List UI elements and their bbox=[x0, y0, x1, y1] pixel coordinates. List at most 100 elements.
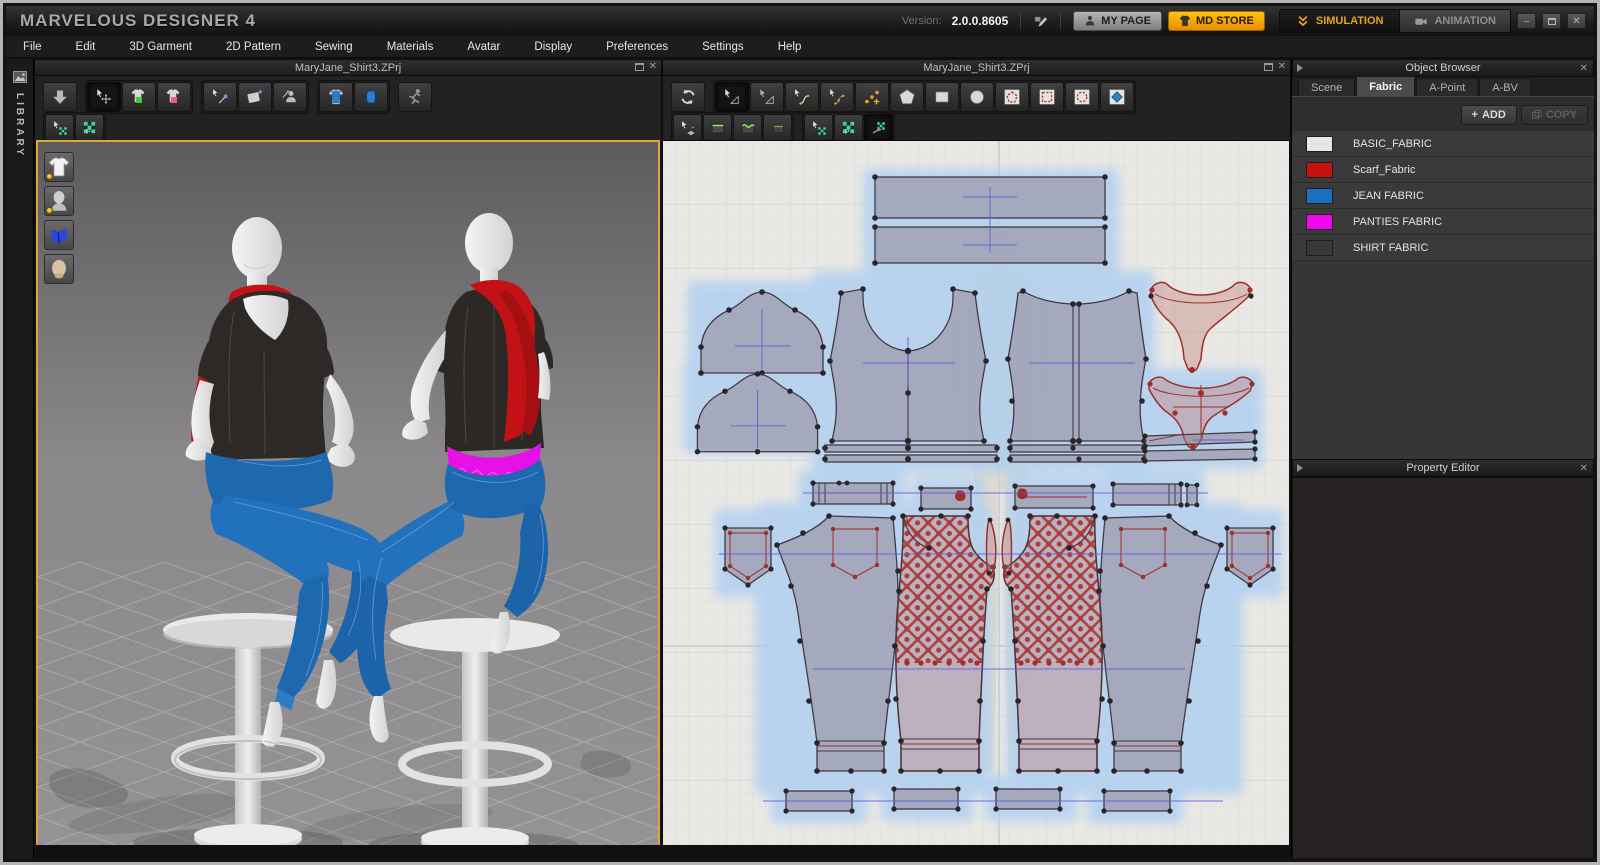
simulate-drop-icon[interactable] bbox=[43, 82, 77, 112]
rectangle-tool[interactable] bbox=[925, 82, 959, 112]
fabric-row-shirt[interactable]: SHIRT FABRIC bbox=[1292, 235, 1594, 261]
copy-fabric-button[interactable]: COPY bbox=[1521, 105, 1588, 125]
internal-circle-tool[interactable] bbox=[1065, 82, 1099, 112]
library-item-thumbnail[interactable] bbox=[44, 220, 74, 250]
pin-tool[interactable] bbox=[203, 82, 237, 112]
close-icon[interactable]: ✕ bbox=[649, 62, 657, 72]
menu-edit[interactable]: Edit bbox=[59, 36, 113, 58]
scene-thumbnails bbox=[44, 152, 74, 284]
segment-sewing-tool[interactable] bbox=[703, 114, 732, 141]
2d-pattern-canvas[interactable]: .piece { fill:#8f7f8d; fill-opacity:0.5;… bbox=[663, 141, 1289, 849]
transform-pattern-tool[interactable] bbox=[715, 82, 749, 112]
property-editor-body bbox=[1292, 477, 1594, 859]
select-move-tool[interactable] bbox=[87, 82, 121, 112]
tab-scene[interactable]: Scene bbox=[1298, 78, 1355, 96]
menu-file[interactable]: File bbox=[6, 36, 59, 58]
select-texture-tool[interactable] bbox=[804, 114, 833, 141]
menu-sewing[interactable]: Sewing bbox=[298, 36, 370, 58]
tab-a-bv[interactable]: A-BV bbox=[1479, 78, 1531, 96]
close-icon[interactable]: ✕ bbox=[1580, 63, 1588, 74]
avatar-thumbnail[interactable] bbox=[44, 186, 74, 216]
viewport-2d-title: MaryJane_Shirt3.ZPrj bbox=[923, 62, 1029, 74]
sync-icon[interactable] bbox=[671, 82, 705, 112]
menu-settings[interactable]: Settings bbox=[685, 36, 761, 58]
fabric-row-panties[interactable]: PANTIES FABRIC bbox=[1292, 209, 1594, 235]
status-dot bbox=[46, 173, 53, 180]
fabric-row-basic[interactable]: BASIC_FABRIC bbox=[1292, 131, 1594, 157]
library-panel-tab[interactable]: LIBRARY bbox=[6, 59, 34, 859]
menu-help[interactable]: Help bbox=[761, 36, 819, 58]
edit-texture-pattern-tool[interactable]: P bbox=[834, 114, 863, 141]
head-thumbnail[interactable] bbox=[44, 254, 74, 284]
close-button[interactable]: ✕ bbox=[1567, 13, 1586, 29]
image-icon bbox=[12, 69, 28, 85]
edit-curve-point-tool[interactable] bbox=[820, 82, 854, 112]
fabric-row-scarf[interactable]: Scarf_Fabric bbox=[1292, 157, 1594, 183]
collapse-arrow-icon[interactable] bbox=[1297, 464, 1303, 472]
toolbar-3d: P bbox=[34, 76, 662, 140]
restore-button[interactable] bbox=[1542, 13, 1561, 29]
pattern-bodice-back[interactable] bbox=[1005, 288, 1149, 462]
arrangement-front-icon[interactable] bbox=[319, 82, 353, 112]
viewport-2d[interactable]: .piece { fill:#8f7f8d; fill-opacity:0.5;… bbox=[662, 140, 1290, 850]
simulation-button[interactable]: SIMULATION bbox=[1280, 10, 1400, 32]
simulation-label: SIMULATION bbox=[1316, 15, 1384, 27]
edit-sewing-tool[interactable] bbox=[673, 114, 702, 141]
internal-rectangle-tool[interactable] bbox=[1030, 82, 1064, 112]
add-point-tool[interactable] bbox=[855, 82, 889, 112]
internal-polygon-tool[interactable] bbox=[995, 82, 1029, 112]
viewport-3d-title: MaryJane_Shirt3.ZPrj bbox=[295, 62, 401, 74]
detach-sewing-tool[interactable] bbox=[763, 114, 792, 141]
menu-avatar[interactable]: Avatar bbox=[450, 36, 517, 58]
texture-edit-active-tool[interactable] bbox=[864, 114, 893, 141]
menu-preferences[interactable]: Preferences bbox=[589, 36, 685, 58]
tab-fabric[interactable]: Fabric bbox=[1356, 76, 1415, 96]
edit-version-icon[interactable] bbox=[1033, 14, 1048, 29]
float-window-icon[interactable] bbox=[1264, 63, 1273, 71]
fabric-name: Scarf_Fabric bbox=[1353, 164, 1415, 176]
my-page-button[interactable]: MY PAGE bbox=[1073, 11, 1162, 31]
animation-button[interactable]: ANIMATION bbox=[1399, 10, 1510, 32]
garment-thumbnail[interactable] bbox=[44, 152, 74, 182]
3d-scene[interactable] bbox=[38, 142, 658, 848]
close-icon[interactable]: ✕ bbox=[1580, 463, 1588, 474]
fabric-name: SHIRT FABRIC bbox=[1353, 242, 1428, 254]
avatar-arrangement-tool[interactable] bbox=[273, 82, 307, 112]
dart-tool[interactable] bbox=[1100, 82, 1134, 112]
minimize-button[interactable]: – bbox=[1517, 13, 1536, 29]
fold-arrangement-tool[interactable] bbox=[238, 82, 272, 112]
edit-curvature-tool[interactable] bbox=[785, 82, 819, 112]
object-browser-empty-area bbox=[1292, 261, 1594, 459]
menu-3d-garment[interactable]: 3D Garment bbox=[112, 36, 209, 58]
select-texture-tool[interactable] bbox=[45, 114, 74, 141]
select-mesh-lasso-tool[interactable] bbox=[157, 82, 191, 112]
viewport-3d[interactable] bbox=[36, 140, 660, 850]
right-dock: Object Browser ✕ Scene Fabric A-Point A-… bbox=[1291, 59, 1594, 859]
free-sewing-tool[interactable] bbox=[733, 114, 762, 141]
menu-materials[interactable]: Materials bbox=[370, 36, 451, 58]
polygon-tool[interactable] bbox=[890, 82, 924, 112]
fabric-swatch bbox=[1306, 162, 1333, 178]
arrangement-bound-icon[interactable] bbox=[354, 82, 388, 112]
pose-tool[interactable] bbox=[398, 82, 432, 112]
viewport-3d-title-bar[interactable]: MaryJane_Shirt3.ZPrj ✕ bbox=[34, 59, 662, 76]
circle-tool[interactable] bbox=[960, 82, 994, 112]
copy-label: COPY bbox=[1546, 109, 1577, 121]
viewport-2d-title-bar[interactable]: MaryJane_Shirt3.ZPrj ✕ bbox=[662, 59, 1291, 76]
divider bbox=[1060, 13, 1061, 29]
select-mesh-box-tool[interactable] bbox=[122, 82, 156, 112]
fabric-row-jean[interactable]: JEAN FABRIC bbox=[1292, 183, 1594, 209]
md-store-button[interactable]: MD STORE bbox=[1168, 11, 1265, 31]
float-window-icon[interactable] bbox=[635, 63, 644, 71]
menu-2d-pattern[interactable]: 2D Pattern bbox=[209, 36, 298, 58]
object-browser-header[interactable]: Object Browser ✕ bbox=[1292, 59, 1594, 77]
tab-a-point[interactable]: A-Point bbox=[1416, 78, 1478, 96]
add-fabric-button[interactable]: + ADD bbox=[1461, 105, 1517, 125]
edit-texture-pattern-tool[interactable]: P bbox=[75, 114, 104, 141]
fabric-swatch bbox=[1306, 188, 1333, 204]
property-editor-header[interactable]: Property Editor ✕ bbox=[1292, 459, 1594, 477]
collapse-arrow-icon[interactable] bbox=[1297, 64, 1303, 72]
edit-pattern-tool[interactable] bbox=[750, 82, 784, 112]
close-icon[interactable]: ✕ bbox=[1278, 62, 1286, 72]
menu-display[interactable]: Display bbox=[517, 36, 589, 58]
